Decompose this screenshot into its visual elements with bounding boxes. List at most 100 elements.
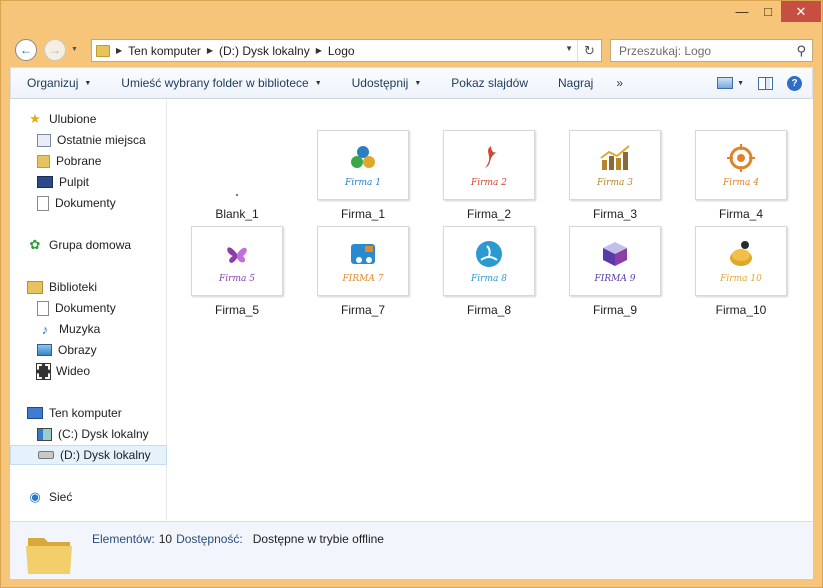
items-count-value: 10 [158,532,173,546]
file-name: Firma_1 [340,207,385,221]
chevron-down-icon: ▼ [314,79,322,87]
homegroup-icon: ✿ [29,237,41,252]
file-thumbnail: Firma 3 [569,130,661,200]
maximize-button[interactable]: □ [755,1,781,22]
bar-chart-logo-icon [600,145,630,170]
nav-c-drive[interactable]: (C:) Dysk lokalny [10,424,167,444]
minimize-icon: — [735,4,749,19]
recent-locations-dropdown[interactable]: ▼ [71,46,78,53]
maximize-icon: □ [764,4,772,19]
nav-label: Pobrane [56,154,102,168]
butterfly-logo-icon [227,247,247,263]
nav-label: Wideo [56,364,91,378]
system-drive-icon [37,427,52,441]
add-to-library-label: Umieść wybrany folder w bibliotece [121,76,309,90]
nav-favorites[interactable]: ★ Ulubione [10,109,167,129]
chevron-right-icon[interactable]: ▶ [207,46,213,55]
chevron-right-icon[interactable]: ▶ [116,46,122,55]
computer-icon [27,407,43,419]
chevron-right-icon[interactable]: ▶ [316,46,322,55]
share-label: Udostępnij [351,76,409,90]
nav-downloads[interactable]: Pobrane [10,151,167,171]
nav-homegroup[interactable]: ✿ Grupa domowa [10,235,167,255]
forward-button[interactable]: → [44,39,66,61]
file-name: Firma_4 [718,207,763,221]
document-icon [37,195,49,211]
nav-label: Dokumenty [55,196,116,210]
view-controls: ▼ ? [717,68,802,98]
burn-button[interactable]: Nagraj [543,68,608,98]
file-name: Firma_7 [340,303,385,317]
nav-label: Pulpit [59,175,90,189]
file-item[interactable]: Firma 8 Firma_8 [429,226,549,317]
nav-library-documents[interactable]: Dokumenty [10,298,167,318]
nav-label: Muzyka [59,322,101,336]
file-item[interactable]: Firma 3 Firma_3 [555,130,675,221]
nav-this-pc[interactable]: Ten komputer [10,403,167,423]
target-logo-icon [727,144,755,172]
cube-logo-icon [603,242,627,266]
downloads-icon [37,154,50,168]
drive-icon [38,451,54,459]
navigation-pane: ★ Ulubione Ostatnie miejsca Pobrane Pulpi… [10,99,167,521]
nav-libraries[interactable]: Biblioteki [10,277,167,297]
file-item[interactable]: Firma 2 Firma_2 [429,130,549,221]
nav-recent-places[interactable]: Ostatnie miejsca [10,130,167,150]
nav-d-drive[interactable]: (D:) Dysk lokalny [10,445,167,465]
organize-label: Organizuj [27,76,79,90]
nav-label: Grupa domowa [49,238,132,252]
file-name: Firma_3 [592,207,637,221]
more-commands-button[interactable]: » [608,76,631,90]
explorer-window: — □ ✕ ← → ▼ ▶ Ten komputer ▶ (D:) Dysk l… [0,0,823,588]
nav-desktop[interactable]: Pulpit [10,172,167,192]
address-bar[interactable]: ▶ Ten komputer ▶ (D:) Dysk lokalny ▶ Log… [91,39,602,62]
breadcrumb-logo[interactable]: Logo [328,44,355,58]
file-item[interactable]: Firma 4 Firma_4 [681,130,801,221]
slideshow-button[interactable]: Pokaz slajdów [436,68,543,98]
add-to-library-menu[interactable]: Umieść wybrany folder w bibliotece ▼ [106,68,336,98]
minimize-button[interactable]: — [729,1,755,22]
music-icon: ♪ [41,321,49,337]
file-item[interactable]: Firma 10 Firma_10 [681,226,801,317]
refresh-button[interactable]: ↻ [577,40,601,61]
search-icon[interactable]: ⚲ [796,43,806,59]
share-menu[interactable]: Udostępnij ▼ [337,68,437,98]
chevron-down-icon[interactable]: ▼ [565,44,573,53]
change-view-icon[interactable] [717,77,734,89]
content-area: ★ Ulubione Ostatnie miejsca Pobrane Pulpi… [10,99,813,521]
scooter-logo-icon [351,244,375,264]
file-name: Firma_9 [592,303,637,317]
logo-text: Firma 8 [471,274,507,284]
nav-pictures[interactable]: Obrazy [10,340,167,360]
nav-documents-favorite[interactable]: Dokumenty [10,193,167,213]
file-thumbnail: Firma 10 [695,226,787,296]
nav-videos[interactable]: Wideo [10,361,167,381]
file-item[interactable]: FIRMA 9 Firma_9 [555,226,675,317]
breadcrumb-d-drive[interactable]: (D:) Dysk lokalny [219,44,310,58]
address-row: ← → ▼ ▶ Ten komputer ▶ (D:) Dysk lokalny… [1,34,822,66]
file-item[interactable]: Firma 1 Firma_1 [303,130,423,221]
preview-pane-icon[interactable] [758,76,773,90]
chevron-down-icon[interactable]: ▼ [737,80,744,87]
details-pane: Elementów: 10 Dostępność: Dostępne w try… [10,521,813,579]
file-item[interactable]: Blank_1 [177,130,297,221]
back-button[interactable]: ← [15,39,37,61]
file-item[interactable]: Firma 5 Firma_5 [177,226,297,317]
search-placeholder: Przeszukaj: Logo [619,43,712,58]
search-input[interactable]: Przeszukaj: Logo ⚲ [610,39,813,62]
burn-label: Nagraj [558,76,594,90]
organize-menu[interactable]: Organizuj ▼ [11,68,106,98]
pictures-icon [37,344,52,356]
palm-logo-icon [476,241,502,267]
help-icon[interactable]: ? [787,75,802,91]
nav-label: Dokumenty [55,301,116,315]
file-thumbnail: Firma 2 [443,130,535,200]
file-thumbnail: Firma 1 [317,130,409,200]
arrow-left-icon: ← [20,43,32,57]
close-button[interactable]: ✕ [781,1,821,22]
nav-music[interactable]: ♪ Muzyka [10,319,167,339]
file-item[interactable]: FIRMA 7 Firma_7 [303,226,423,317]
breadcrumb-this-pc[interactable]: Ten komputer [128,44,201,58]
nav-network[interactable]: ◉ Sieć [10,487,167,507]
coin-logo-icon [730,241,752,266]
